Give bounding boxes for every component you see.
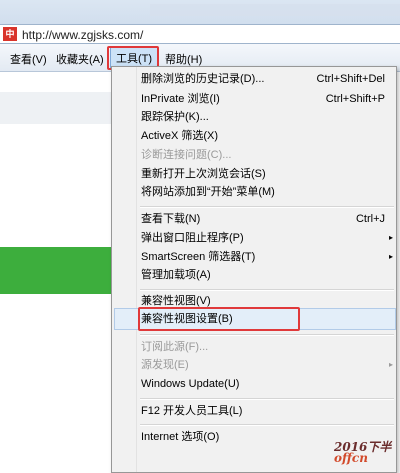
browser-titlebar: 中 http://www.zgjsks.com/ xyxy=(0,0,400,44)
submenu-arrow-icon: ▸ xyxy=(388,233,393,242)
menu-item-smartscreen[interactable]: SmartScreen 筛选器(T) ▸ xyxy=(141,248,393,266)
menu-item-tracking-protection[interactable]: 跟踪保护(K)... xyxy=(141,108,391,126)
tools-dropdown-menu: 删除浏览的历史记录(D)... Ctrl+Shift+Del InPrivate… xyxy=(111,66,397,473)
menu-item-label: ActiveX 筛选(X) xyxy=(141,130,219,142)
menu-item-subscribe-feed: 订阅此源(F)... xyxy=(141,338,391,356)
menu-item-feed-discovery: 源发现(E) ▸ xyxy=(141,356,393,374)
menu-item-view-downloads[interactable]: 查看下载(N) Ctrl+J xyxy=(141,210,391,228)
menu-item-label: 订阅此源(F)... xyxy=(141,341,209,353)
menu-item-delete-history[interactable]: 删除浏览的历史记录(D)... Ctrl+Shift+Del xyxy=(141,70,391,88)
address-bar[interactable]: 中 http://www.zgjsks.com/ xyxy=(0,24,400,44)
menu-item-label: 查看下载(N) xyxy=(141,213,201,225)
menu-item-f12-devtools[interactable]: F12 开发人员工具(L) xyxy=(141,402,391,420)
menu-favorites[interactable]: 收藏夹(A) xyxy=(56,51,104,67)
submenu-arrow-icon: ▸ xyxy=(388,360,393,369)
menu-item-label: 重新打开上次浏览会话(S) xyxy=(141,168,266,180)
menu-separator xyxy=(140,424,394,426)
menu-item-label: Windows Update(U) xyxy=(141,378,240,390)
menu-separator xyxy=(140,206,394,208)
menu-separator xyxy=(140,398,394,400)
menu-item-popup-blocker[interactable]: 弹出窗口阻止程序(P) ▸ xyxy=(141,229,393,247)
menu-separator xyxy=(140,289,394,291)
address-url[interactable]: http://www.zgjsks.com/ xyxy=(22,28,143,42)
menu-item-label: 删除浏览的历史记录(D)... xyxy=(141,73,265,85)
menu-item-label: 诊断连接问题(C)... xyxy=(141,149,232,161)
menu-item-label: InPrivate 浏览(I) xyxy=(141,93,220,105)
menu-item-diagnose: 诊断连接问题(C)... xyxy=(141,146,391,164)
menu-item-label: 跟踪保护(K)... xyxy=(141,111,209,123)
watermark: 2016下半 offcn xyxy=(334,441,391,465)
menu-gutter xyxy=(136,67,137,472)
page-green-banner xyxy=(0,247,112,294)
menu-item-activex-filter[interactable]: ActiveX 筛选(X) xyxy=(141,127,391,145)
menu-item-manage-addons[interactable]: 管理加载项(A) xyxy=(141,266,391,284)
menu-item-label: 将网站添加到“开始”菜单(M) xyxy=(141,186,275,198)
menu-item-reopen-session[interactable]: 重新打开上次浏览会话(S) xyxy=(141,165,391,183)
menu-item-label: 管理加载项(A) xyxy=(141,269,211,281)
menu-view[interactable]: 查看(V) xyxy=(10,51,47,67)
page-header-strip xyxy=(0,92,112,124)
menu-item-inprivate[interactable]: InPrivate 浏览(I) Ctrl+Shift+P xyxy=(141,90,391,108)
menu-item-label: 弹出窗口阻止程序(P) xyxy=(141,232,244,244)
menu-item-windows-update[interactable]: Windows Update(U) xyxy=(141,375,391,393)
menu-item-add-to-start[interactable]: 将网站添加到“开始”菜单(M) xyxy=(141,183,391,201)
menu-item-shortcut: Ctrl+Shift+P xyxy=(325,93,385,105)
page-content xyxy=(0,72,112,473)
menu-item-shortcut: Ctrl+J xyxy=(355,213,385,225)
site-favicon-icon: 中 xyxy=(3,27,17,41)
watermark-line2: offcn xyxy=(334,451,368,465)
menu-item-label: 源发现(E) xyxy=(141,359,189,371)
menu-separator xyxy=(140,334,394,336)
menu-item-shortcut: Ctrl+Shift+Del xyxy=(316,73,385,85)
submenu-arrow-icon: ▸ xyxy=(388,252,393,261)
menu-item-label: SmartScreen 筛选器(T) xyxy=(141,251,256,263)
menu-item-label: F12 开发人员工具(L) xyxy=(141,405,243,417)
titlebar-blur xyxy=(150,4,400,16)
menu-item-label: Internet 选项(O) xyxy=(141,431,220,443)
compat-settings-annotation-box xyxy=(138,307,300,331)
menu-help[interactable]: 帮助(H) xyxy=(165,51,202,67)
